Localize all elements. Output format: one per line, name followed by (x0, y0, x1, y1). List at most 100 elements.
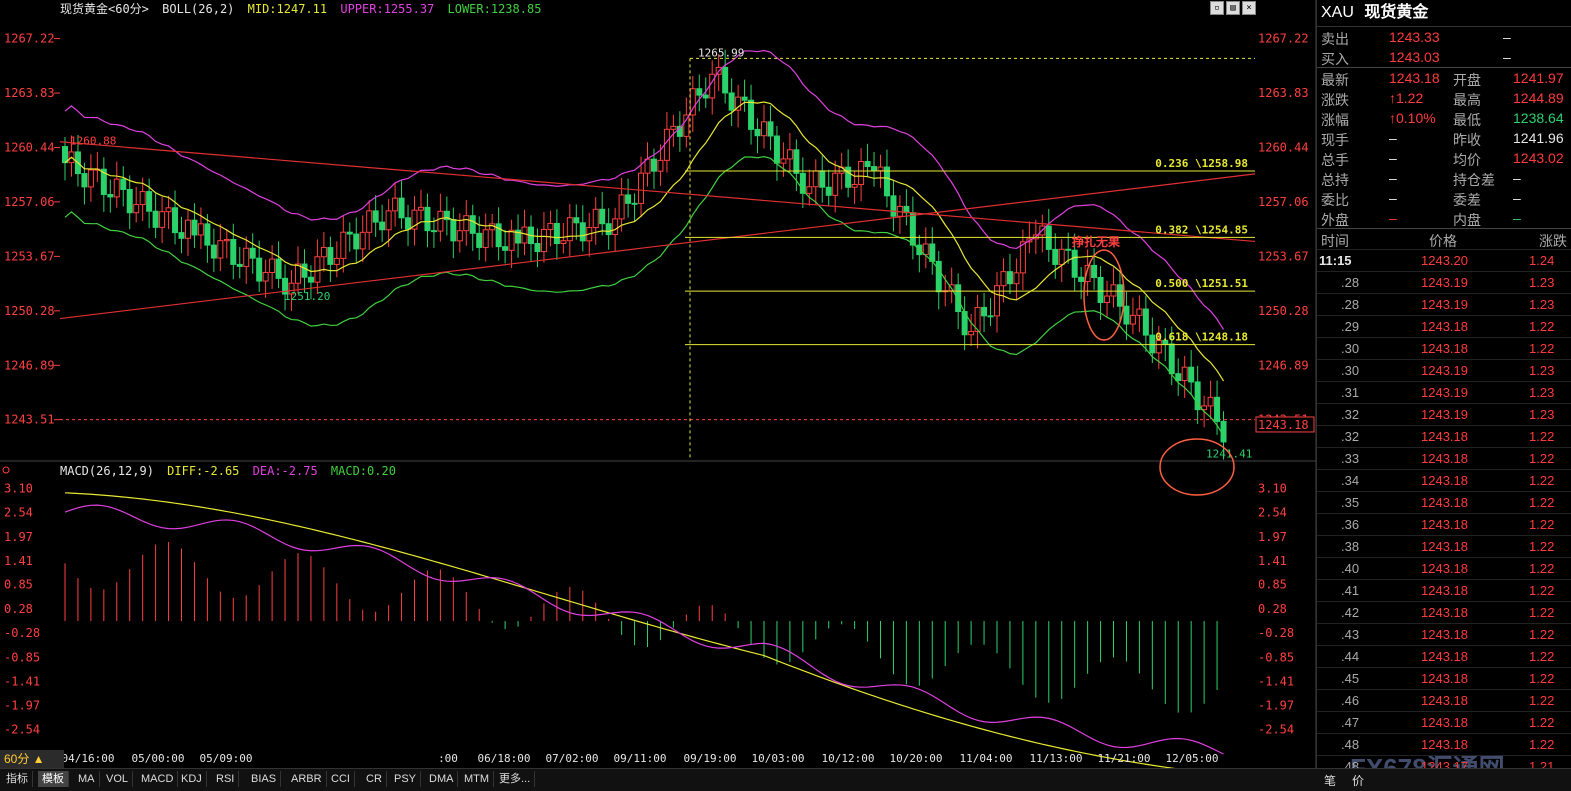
candle-body (204, 223, 211, 246)
candle-body (987, 315, 994, 318)
candle-body (773, 135, 780, 164)
quote-label: 均价 (1453, 152, 1481, 168)
candle-body (858, 160, 865, 185)
quote-label: 涨跌 (1321, 92, 1349, 108)
candle-body (210, 244, 217, 259)
macd-axis-right-label: 0.85 (1258, 578, 1287, 592)
toolbar-button-13[interactable]: MTM (460, 771, 495, 787)
macd-axis-right-label: 0.28 (1258, 602, 1287, 616)
quote-label: 内盘 (1453, 212, 1481, 228)
quote-label: 昨收 (1453, 132, 1481, 148)
candle-body (534, 243, 541, 253)
price-axis-left-label: 1246.89 (4, 358, 55, 372)
tick-row: .35 1243.18 1.22 (1317, 491, 1571, 513)
toolbar-button-4[interactable]: MACD (137, 771, 179, 787)
tick-time: .33 (1341, 451, 1360, 466)
time-axis-label: 05/00:00 (132, 752, 185, 765)
time-axis-label: 10/20:00 (890, 752, 943, 765)
candle-body (644, 158, 651, 174)
tab-trades[interactable]: 笔 (1324, 772, 1336, 789)
candle-body (165, 207, 172, 213)
candle-body (521, 226, 528, 244)
toolbar-button-2[interactable]: MA (74, 771, 100, 787)
toolbar-button-3[interactable]: VOL (102, 771, 134, 787)
candle-body (172, 207, 179, 234)
toolbar-button-11[interactable]: PSY (390, 771, 422, 787)
toolbar-button-9[interactable]: CCI (327, 771, 355, 787)
macd-axis-left-label: -0.28 (4, 626, 40, 640)
candle-body (340, 231, 347, 259)
candle-body (307, 276, 314, 283)
toolbar-button-14[interactable]: 更多... (495, 771, 536, 787)
toolbar-button-5[interactable]: KDJ (177, 771, 207, 787)
tick-price: 1243.19 (1421, 297, 1468, 312)
toolbar-button-6[interactable]: RSI (212, 771, 240, 787)
candle-body (159, 211, 166, 228)
period-selector[interactable]: 60分 ▲ (0, 750, 64, 768)
candle-body (1078, 276, 1085, 282)
tick-row: .38 1243.18 1.22 (1317, 535, 1571, 557)
tick-price: 1243.19 (1421, 363, 1468, 378)
candle-body (463, 215, 470, 232)
trend-line-down (59, 141, 1256, 243)
toolbar-button-12[interactable]: DMA (425, 771, 459, 787)
fib-level-label: 0.500 \1251.51 (1155, 277, 1248, 290)
price-chart[interactable]: 1267.22 1267.22 1263.83 1263.83 1260.44 1260.… (0, 0, 1316, 768)
restore-icon[interactable]: ▫ (1210, 1, 1224, 15)
candle-body (398, 197, 405, 219)
tick-price: 1243.18 (1421, 671, 1468, 686)
candle-body (592, 208, 599, 228)
candle-body (1006, 271, 1013, 285)
candle-body (320, 247, 327, 258)
tick-row: .33 1243.18 1.22 (1317, 447, 1571, 469)
candle-body (191, 219, 198, 236)
quote-row: 总手 – 均价 1243.02 (1317, 148, 1571, 168)
quote-row: 涨幅 ↑0.10% 最低 1238.64 (1317, 108, 1571, 128)
candle-body (793, 149, 800, 174)
toolbar-button-0[interactable]: 指标 (2, 771, 33, 787)
time-axis-label: 12/05:00 (1166, 752, 1219, 765)
candle-body (748, 99, 755, 130)
toolbar-button-7[interactable]: BIAS (247, 771, 282, 787)
tick-price: 1243.19 (1421, 275, 1468, 290)
candle-body (1188, 366, 1195, 383)
tick-row: .47 1243.18 1.22 (1317, 711, 1571, 733)
toolbar-button-8[interactable]: ARBR (287, 771, 327, 787)
candle-body (1142, 308, 1149, 336)
quote-label: 开盘 (1453, 72, 1481, 88)
tick-time: .43 (1341, 627, 1360, 642)
toolbar-button-10[interactable]: CR (362, 771, 387, 787)
tick-time: 11:15 (1319, 253, 1352, 268)
tick-row: .41 1243.18 1.22 (1317, 579, 1571, 601)
macd-axis-left-label: -1.97 (4, 698, 40, 712)
candle-body (832, 172, 839, 196)
tick-price: 1243.18 (1421, 561, 1468, 576)
toolbar-button-1[interactable]: 模板 (38, 771, 69, 787)
time-axis-label: 09/11:00 (614, 752, 667, 765)
tick-price: 1243.18 (1421, 341, 1468, 356)
quote-label: 总手 (1321, 152, 1349, 168)
candle-body (476, 232, 483, 248)
quote-value: – (1513, 210, 1521, 226)
candle-body (379, 221, 386, 231)
candle-body (262, 271, 269, 282)
candle-body (728, 92, 735, 111)
tick-row: .30 1243.18 1.22 (1317, 337, 1571, 359)
close-icon[interactable]: × (1242, 1, 1256, 15)
candle-body (1065, 248, 1072, 251)
tick-change: 1.23 (1529, 275, 1555, 290)
tick-time: .41 (1341, 583, 1360, 598)
tick-price: 1243.18 (1421, 495, 1468, 510)
tick-row: .44 1243.18 1.22 (1317, 645, 1571, 667)
tick-change: 1.22 (1529, 693, 1555, 708)
quote-row: 委比 – 委差 – (1317, 188, 1571, 208)
tick-time: .32 (1341, 429, 1360, 444)
tab-prices[interactable]: 价 (1352, 772, 1364, 789)
tile-icon[interactable]: ▤ (1226, 1, 1240, 15)
candle-body (877, 166, 884, 172)
macd-axis-left-label: 0.28 (4, 602, 33, 616)
candle-body (599, 208, 606, 225)
tick-price: 1243.18 (1421, 517, 1468, 532)
candle-body (450, 219, 457, 242)
tick-time: .36 (1341, 517, 1360, 532)
